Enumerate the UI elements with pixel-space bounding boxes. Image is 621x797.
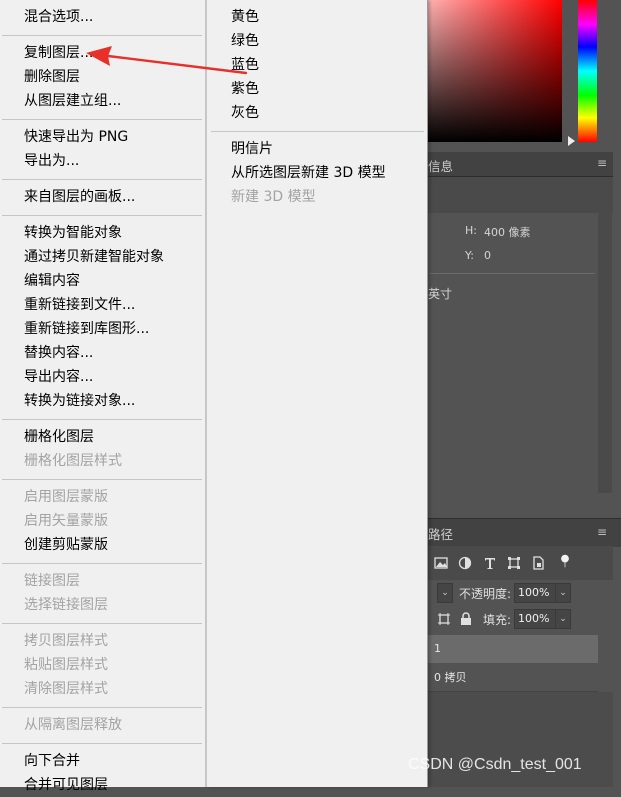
menu-separator [2,623,202,624]
menu-item-convert-to-linked[interactable]: 转换为链接对象... [0,389,206,413]
menu-item-enable-vector-mask: 启用矢量蒙版 [24,513,108,529]
menu-item-convert-smart-object[interactable]: 转换为智能对象 [0,221,206,245]
layer-context-menu: 混合选项... 复制图层... 删除图层 从图层建立组... 快速导出为 PNG… [0,0,206,793]
menu-item-export-contents[interactable]: 导出内容... [0,365,206,389]
layers-panel-menu-icon[interactable]: ≡ [597,525,607,539]
menu-item-select-linked-layers: 选择链接图层 [24,597,108,613]
menu-item-edit-contents[interactable]: 编辑内容 [0,269,206,293]
layer-row[interactable]: 1 [420,635,598,663]
menu-item-postcard[interactable]: 明信片 [207,137,429,161]
smart-object-filter-icon[interactable] [531,556,545,570]
blend-mode-dropdown[interactable]: ⌄ [437,583,453,603]
menu-item-paste-layer-style: 粘贴图层样式 [24,657,108,673]
menu-item-color-violet[interactable]: 紫色 [207,77,429,101]
info-scrollbar[interactable] [598,213,612,493]
layer-context-submenu: 黄色 绿色 蓝色 紫色 灰色 明信片 从所选图层新建 3D 模型 新建 3D 模… [206,0,428,787]
menu-separator [2,419,202,420]
menu-item-enable-layer-mask: 启用图层蒙版 [24,489,108,505]
info-panel-menu-icon[interactable]: ≡ [597,156,607,170]
menu-item-color-gray[interactable]: 灰色 [207,101,429,125]
layer-name: 0 拷贝 [434,671,467,684]
menu-item-group-from-layers[interactable]: 从图层建立组... [0,89,206,113]
shape-filter-icon[interactable] [507,556,521,570]
tab-info[interactable]: 信息 [428,156,453,175]
menu-item-color-yellow[interactable]: 黄色 [207,5,429,29]
menu-separator [2,707,202,708]
info-h-label: H: [465,224,477,237]
menu-separator [2,119,202,120]
menu-item-artboard-from-layers[interactable]: 来自图层的画板... [0,185,206,209]
menu-item-duplicate-layer[interactable]: 复制图层... [0,41,206,65]
info-y-value: 0 [484,249,491,262]
opacity-label: 不透明度: [459,587,512,601]
info-y-label: Y: [465,249,474,262]
info-panel-subbar [420,177,613,213]
menu-item-color-blue[interactable]: 蓝色 [207,53,429,77]
watermark: CSDN @Csdn_test_001 [408,756,582,773]
menu-item-new-3d-from-selected[interactable]: 从所选图层新建 3D 模型 [207,161,429,185]
opacity-dropdown[interactable]: ⌄ [555,583,571,603]
menu-item-merge-down[interactable]: 向下合并 [0,749,206,773]
fill-input[interactable]: 100% [514,609,559,629]
menu-item-copy-layer-style: 拷贝图层样式 [24,633,108,649]
menu-item-rasterize-layer-style: 栅格化图层样式 [24,453,122,469]
menu-item-rasterize-layer[interactable]: 栅格化图层 [0,425,206,449]
menu-separator [2,743,202,744]
layer-row[interactable]: 0 拷贝 [420,664,598,692]
menu-item-clear-layer-style: 清除图层样式 [24,681,108,697]
info-divider [430,273,595,274]
menu-item-export-as[interactable]: 导出为... [0,149,206,173]
info-unit: 英寸 [428,287,453,301]
menu-item-release-from-isolation: 从隔离图层释放 [24,717,122,733]
menu-item-merge-visible[interactable]: 合并可见图层 [0,773,206,797]
menu-item-quick-export-png[interactable]: 快速导出为 PNG [0,125,206,149]
menu-item-blending-options[interactable]: 混合选项... [0,5,206,29]
tab-paths[interactable]: 路径 [428,524,453,543]
menu-separator [2,563,202,564]
menu-item-relink-to-library[interactable]: 重新链接到库图形... [0,317,206,341]
fill-dropdown[interactable]: ⌄ [555,609,571,629]
menu-separator [211,131,424,132]
image-filter-icon[interactable] [434,556,448,570]
menu-item-link-layers: 链接图层 [24,573,80,589]
fill-label: 填充: [483,613,512,627]
lock-artboard-icon[interactable] [437,612,451,626]
opacity-input[interactable]: 100% [514,583,559,603]
layer-name: 1 [434,642,441,655]
menu-item-relink-to-file[interactable]: 重新链接到文件... [0,293,206,317]
menu-item-create-clipping-mask[interactable]: 创建剪贴蒙版 [0,533,206,557]
adjustment-filter-icon[interactable] [458,556,472,570]
hue-slider[interactable] [578,0,597,142]
lock-all-icon[interactable] [460,612,472,626]
menu-item-delete-layer[interactable]: 删除图层 [0,65,206,89]
menu-separator [2,179,202,180]
menu-separator [2,479,202,480]
menu-item-new-smart-object-via-copy[interactable]: 通过拷贝新建智能对象 [0,245,206,269]
filter-toggle-icon[interactable] [558,554,572,568]
hue-slider-marker[interactable] [568,136,575,146]
menu-item-color-green[interactable]: 绿色 [207,29,429,53]
menu-item-new-3d-model: 新建 3D 模型 [231,189,316,205]
info-h-value: 400 像素 [484,226,531,239]
info-panel-body [420,213,613,518]
type-filter-icon[interactable] [483,556,497,570]
menu-separator [2,35,202,36]
menu-item-replace-contents[interactable]: 替换内容... [0,341,206,365]
menu-separator [2,215,202,216]
